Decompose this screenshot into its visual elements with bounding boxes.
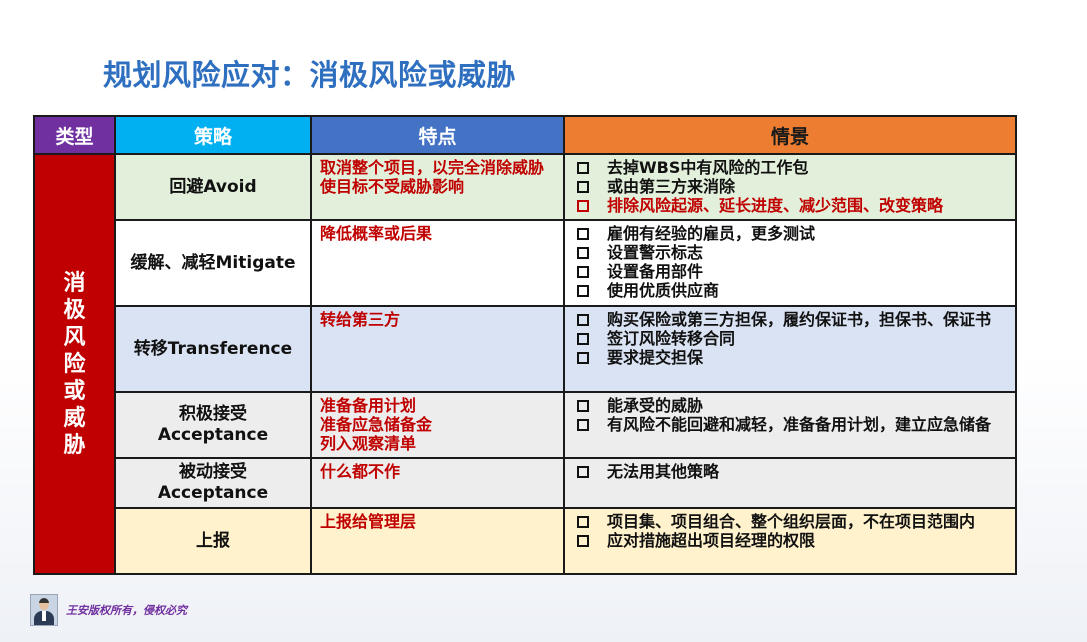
checkbox-square-icon [577,352,589,364]
scenario-item: 有风险不能回避和减轻，准备备用计划，建立应急储备 [575,415,1009,434]
checkbox-square-icon [577,162,589,174]
scenario-text: 要求提交担保 [607,348,704,367]
scenario-item: 使用优质供应商 [575,281,1009,300]
feature-line: 转给第三方 [320,310,401,329]
strategy-cell: 上报 [114,507,312,575]
type-cell: 消极风险或威胁 [33,153,116,575]
scenario-item: 项目集、项目组合、整个组织层面，不在项目范围内 [575,512,1009,531]
strategy-cell: 转移Transference [114,305,312,393]
scenario-text: 应对措施超出项目经理的权限 [607,531,816,550]
feature-line: 上报给管理层 [320,512,417,531]
feature-line: 降低概率或后果 [320,224,433,243]
checkbox-square-icon [577,285,589,297]
header-feature: 特点 [310,115,565,155]
scenario-text: 签订风险转移合同 [607,329,736,348]
feature-cell: 准备备用计划 准备应急储备金 列入观察清单 [310,391,565,459]
scenario-text: 购买保险或第三方担保，履约保证书，担保书、保证书 [607,310,992,329]
checkbox-square-icon [577,266,589,278]
checkbox-square-icon [577,228,589,240]
scenario-cell: 无法用其他策略 [563,457,1017,509]
checkbox-square-icon [577,200,589,212]
checkbox-square-icon [577,314,589,326]
checkbox-square-icon [577,247,589,259]
strategy-cell: 回避Avoid [114,153,312,221]
table-row-transference: 转移Transference 转给第三方 购买保险或第三方担保，履约保证书，担保… [34,305,1017,393]
scenario-item: 能承受的威胁 [575,396,1009,415]
author-avatar [30,594,58,626]
scenario-text: 无法用其他策略 [607,462,720,481]
feature-line: 准备应急储备金 [320,415,433,434]
strategy-label-cn: 积极接受 [179,404,247,424]
scenario-item: 应对措施超出项目经理的权限 [575,531,1009,550]
scenario-item: 签订风险转移合同 [575,329,1009,348]
header-type: 类型 [33,115,116,155]
feature-line: 什么都不作 [320,462,401,481]
strategy-label-en: Acceptance [157,483,269,503]
type-label: 消极风险或威胁 [63,270,86,458]
table-row-passive-acceptance: 被动接受 Acceptance 什么都不作 无法用其他策略 [34,457,1017,509]
checkbox-square-icon [577,466,589,478]
scenario-text: 设置警示标志 [607,243,704,262]
scenario-cell: 雇佣有经验的雇员，更多测试 设置警示标志 设置备用部件 使用优质供应商 [563,219,1017,307]
scenario-item: 设置警示标志 [575,243,1009,262]
footer: 王安版权所有，侵权必究 [30,594,187,626]
scenario-item: 要求提交担保 [575,348,1009,367]
scenario-text: 设置备用部件 [607,262,704,281]
feature-cell: 取消整个项目，以完全消除威胁 使目标不受威胁影响 [310,153,565,221]
strategy-cell: 缓解、减轻Mitigate [114,219,312,307]
scenario-item: 设置备用部件 [575,262,1009,281]
scenario-cell: 去掉WBS中有风险的工作包 或由第三方来消除 排除风险起源、延长进度、减少范围、… [563,153,1017,221]
table-row-active-acceptance: 积极接受 Acceptance 准备备用计划 准备应急储备金 列入观察清单 能承… [34,391,1017,459]
strategy-label-cn: 被动接受 [179,462,247,482]
scenario-text: 雇佣有经验的雇员，更多测试 [607,224,816,243]
scenario-item: 无法用其他策略 [575,462,1009,481]
scenario-text: 或由第三方来消除 [607,177,736,196]
feature-line: 列入观察清单 [320,434,417,453]
risk-response-table: 类型 策略 特点 情景 消极风险或威胁 回避Avoid 取消整个项目，以完全消除… [33,115,1017,575]
scenario-text: 能承受的威胁 [607,396,704,415]
feature-cell: 什么都不作 [310,457,565,509]
feature-cell: 上报给管理层 [310,507,565,575]
page-title: 规划风险应对：消极风险或威胁 [103,58,517,92]
scenario-text: 排除风险起源、延长进度、减少范围、改变策略 [607,196,944,215]
scenario-item: 购买保险或第三方担保，履约保证书，担保书、保证书 [575,310,1009,329]
scenario-item: 去掉WBS中有风险的工作包 [575,158,1009,177]
scenario-text: 有风险不能回避和减轻，准备备用计划，建立应急储备 [607,415,992,434]
strategy-cell: 积极接受 Acceptance [114,391,312,459]
checkbox-square-icon [577,400,589,412]
scenario-text: 项目集、项目组合、整个组织层面，不在项目范围内 [607,512,976,531]
checkbox-square-icon [577,535,589,547]
table-row-avoid: 消极风险或威胁 回避Avoid 取消整个项目，以完全消除威胁 使目标不受威胁影响… [33,153,1017,575]
feature-cell: 转给第三方 [310,305,565,393]
feature-line: 取消整个项目，以完全消除威胁 [320,158,545,177]
checkbox-square-icon [577,516,589,528]
scenario-cell: 项目集、项目组合、整个组织层面，不在项目范围内 应对措施超出项目经理的权限 [563,507,1017,575]
scenario-item: 或由第三方来消除 [575,177,1009,196]
table-row-escalate: 上报 上报给管理层 项目集、项目组合、整个组织层面，不在项目范围内 应对措施超出… [34,507,1017,575]
table-row-mitigate: 缓解、减轻Mitigate 降低概率或后果 雇佣有经验的雇员，更多测试 设置警示… [34,219,1017,307]
strategy-cell: 被动接受 Acceptance [114,457,312,509]
header-scenario: 情景 [563,115,1017,155]
feature-line: 使目标不受威胁影响 [320,177,465,196]
scenario-cell: 能承受的威胁 有风险不能回避和减轻，准备备用计划，建立应急储备 [563,391,1017,459]
scenario-item-highlight: 排除风险起源、延长进度、减少范围、改变策略 [575,196,1009,215]
checkbox-square-icon [577,333,589,345]
scenario-text: 使用优质供应商 [607,281,720,300]
scenario-text: 去掉WBS中有风险的工作包 [607,158,809,177]
copyright-notice: 王安版权所有，侵权必究 [66,604,187,617]
checkbox-square-icon [577,419,589,431]
scenario-item: 雇佣有经验的雇员，更多测试 [575,224,1009,243]
strategy-label-en: Acceptance [157,425,269,445]
scenario-cell: 购买保险或第三方担保，履约保证书，担保书、保证书 签订风险转移合同 要求提交担保 [563,305,1017,393]
checkbox-square-icon [577,181,589,193]
feature-cell: 降低概率或后果 [310,219,565,307]
feature-line: 准备备用计划 [320,396,417,415]
header-strategy: 策略 [114,115,312,155]
table-header-row: 类型 策略 特点 情景 [33,115,1017,155]
